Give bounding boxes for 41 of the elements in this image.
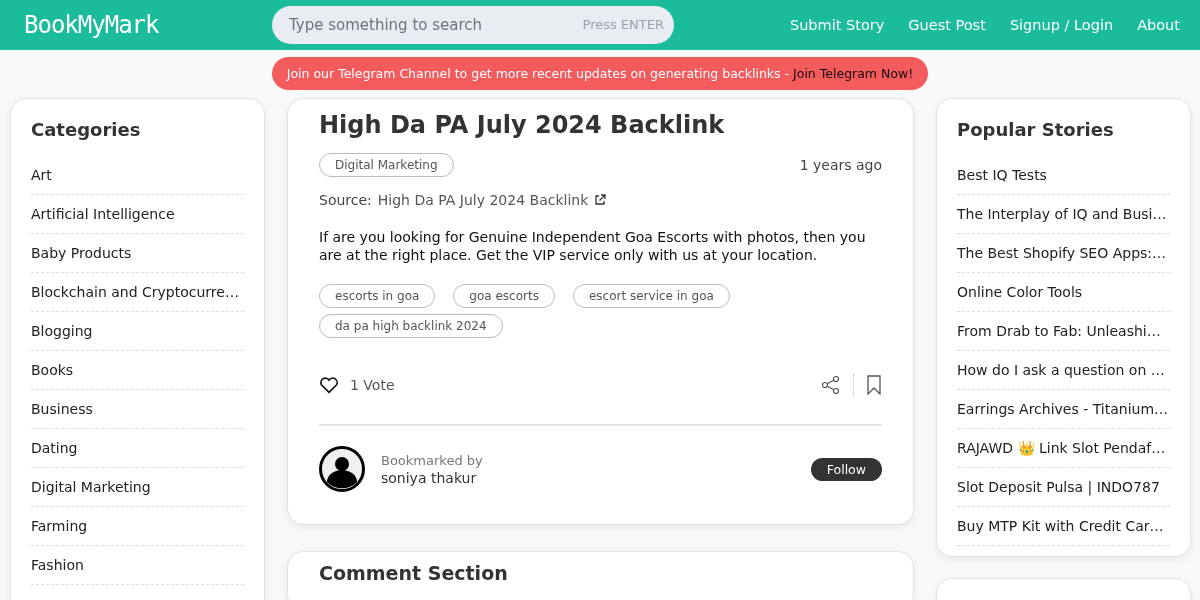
category-link[interactable]: Farming <box>31 507 244 546</box>
follow-button[interactable]: Follow <box>810 457 882 481</box>
category-link[interactable]: Blogging <box>31 312 244 351</box>
story-description: If are you looking for Genuine Independent Goa Escorts with photos, then you are at the right place. Get the VIP service only with us at your location. <box>319 228 867 264</box>
category-link[interactable]: Books <box>31 351 244 390</box>
category-link[interactable]: Digital Marketing <box>31 468 244 507</box>
category-link[interactable]: Artificial Intelligence <box>31 195 244 234</box>
story-link[interactable]: The Best Shopify SEO Apps:… <box>957 234 1170 273</box>
vote-count: 1 Vote <box>350 377 395 393</box>
story-link[interactable]: Best IQ Tests <box>957 156 1170 195</box>
story-link[interactable]: Online Color Tools <box>957 273 1170 312</box>
story-link[interactable]: The Interplay of IQ and Busi… <box>957 195 1170 234</box>
avatar-icon <box>319 446 365 492</box>
category-link[interactable]: Baby Products <box>31 234 244 273</box>
bookmarked-by-label: Bookmarked by <box>381 452 483 468</box>
search-hint: Press ENTER <box>582 17 664 32</box>
story-link[interactable]: How do I ask a question on … <box>957 351 1170 390</box>
story-link[interactable]: Buy MTP Kit with Credit Car… <box>957 507 1170 546</box>
external-link-icon[interactable] <box>594 194 607 206</box>
story-link[interactable]: Slot Deposit Pulsa | INDO787 <box>957 468 1170 507</box>
bookmark-icon[interactable] <box>866 375 882 395</box>
category-link[interactable]: Fashion <box>31 546 244 585</box>
story-link[interactable]: From Drab to Fab: Unleashi… <box>957 312 1170 351</box>
source-link[interactable]: High Da PA July 2024 Backlink <box>377 192 589 208</box>
category-link[interactable]: Dating <box>31 429 244 468</box>
comments-title: Comment Section <box>319 562 509 584</box>
source-label: Source: <box>319 192 372 208</box>
author-name[interactable]: soniya thakur <box>381 469 483 486</box>
telegram-link[interactable]: Join Telegram Now! <box>793 66 914 81</box>
story-age: 1 years ago <box>799 157 882 173</box>
category-link[interactable]: Blockchain and Cryptocurre… <box>31 273 244 312</box>
card-title: Popular Stories <box>957 119 1115 140</box>
category-link[interactable]: Business <box>31 390 244 429</box>
banner-text: Join our Telegram Channel to get more recent updates on generating backlinks - <box>286 66 791 81</box>
story-link[interactable]: Earrings Archives - Titanium… <box>957 390 1170 429</box>
category-link[interactable]: Art <box>31 156 244 195</box>
heart-icon[interactable] <box>319 376 339 394</box>
story-title: High Da PA July 2024 Backlink <box>319 111 726 139</box>
share-icon[interactable] <box>821 375 841 395</box>
story-link[interactable]: RAJAWD 👑 Link Slot Pendaf… <box>957 429 1170 468</box>
card-title: Categories <box>31 119 142 140</box>
